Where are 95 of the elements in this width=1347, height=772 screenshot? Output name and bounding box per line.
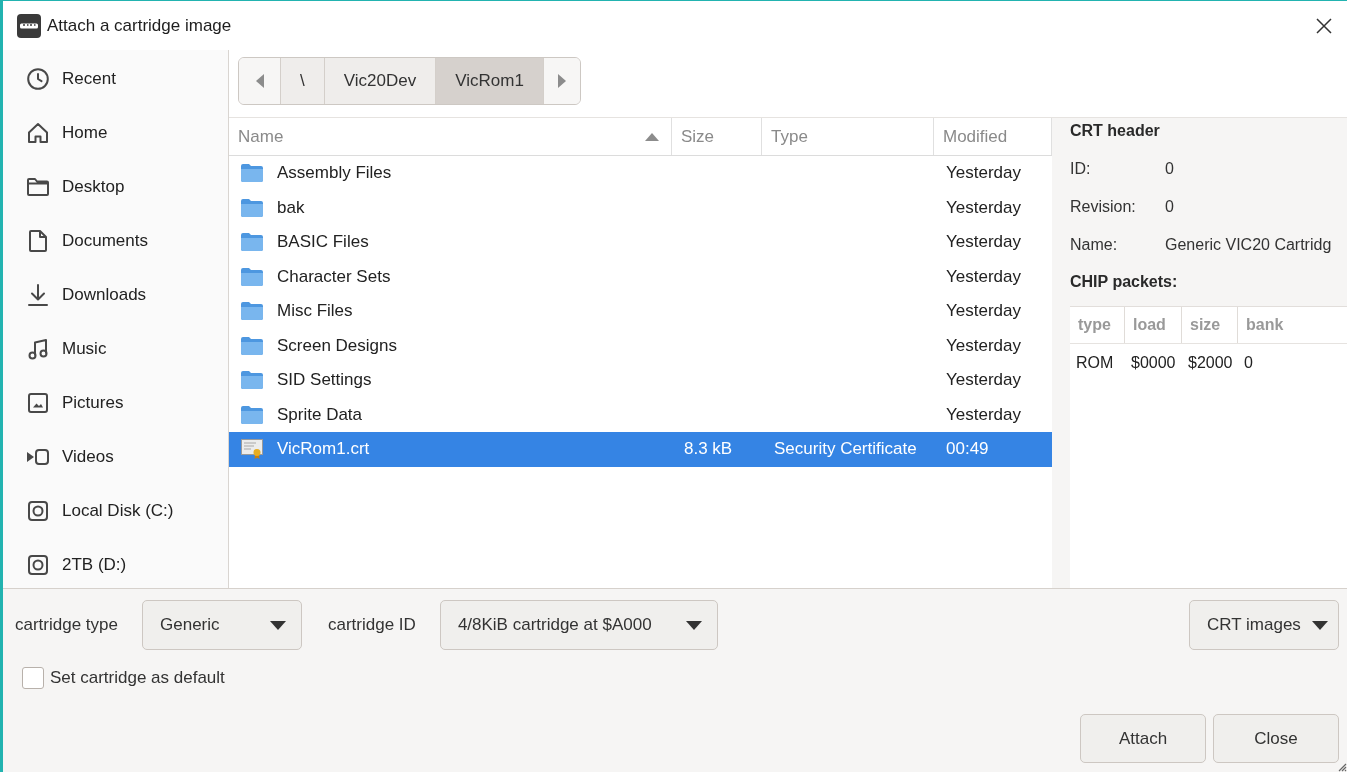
- sidebar-item[interactable]: Downloads: [3, 268, 228, 322]
- file-row[interactable]: BASIC Files Yesterday: [229, 225, 1052, 260]
- field-label: cartridge ID: [328, 615, 416, 635]
- app-icon: [17, 13, 41, 38]
- field-value: Generic VIC20 Cartridg: [1165, 236, 1332, 254]
- folder-icon: [241, 336, 263, 355]
- cartridge-type-dropdown[interactable]: Generic: [142, 600, 302, 650]
- file-size: 8.3 kB: [684, 439, 733, 460]
- sidebar-item[interactable]: Home: [3, 106, 228, 160]
- checkbox[interactable]: [22, 667, 44, 689]
- right-triangle-icon: [557, 74, 566, 88]
- sidebar-item[interactable]: Local Disk (C:): [3, 484, 228, 538]
- home-icon: [27, 122, 49, 144]
- path-forward-button[interactable]: [542, 58, 580, 104]
- table-cell: 0: [1244, 354, 1253, 371]
- modified-time: Yesterday: [946, 404, 1021, 425]
- column-header: load: [1125, 307, 1182, 343]
- picture-icon: [28, 393, 48, 413]
- cartridge-id-dropdown[interactable]: 4/8KiB cartridge at $A000: [439, 600, 718, 650]
- caret-icon: [685, 620, 702, 630]
- folder-icon: [241, 233, 263, 252]
- section-heading: CHIP packets:: [1070, 272, 1178, 292]
- sidebar-item[interactable]: Music: [3, 322, 228, 376]
- folder-icon: [241, 267, 263, 286]
- modified-time: Yesterday: [946, 163, 1021, 184]
- folder-icon: [241, 302, 263, 321]
- field-value: 0: [1165, 198, 1174, 216]
- caret-icon: [270, 620, 286, 630]
- field-label: Revision:: [1070, 198, 1136, 215]
- file-row[interactable]: Sprite Data Yesterday: [229, 397, 1052, 432]
- file-name: Screen Designs: [277, 335, 397, 356]
- sidebar-item[interactable]: Desktop: [3, 160, 228, 214]
- close-icon: [1316, 17, 1332, 34]
- clock-icon: [27, 68, 49, 90]
- sidebar-item[interactable]: 2TB (D:): [3, 538, 228, 588]
- sidebar-item[interactable]: Videos: [3, 430, 228, 484]
- file-name: SID Settings: [277, 370, 372, 391]
- sidebar-item[interactable]: Recent: [3, 52, 228, 106]
- modified-time: Yesterday: [946, 197, 1021, 218]
- modified-time: Yesterday: [946, 370, 1021, 391]
- resize-grip-icon[interactable]: [1338, 763, 1347, 772]
- file-name: VicRom1.crt: [277, 439, 370, 460]
- file-row[interactable]: bak Yesterday: [229, 190, 1052, 225]
- file-name: Character Sets: [277, 266, 391, 287]
- modified-time: Yesterday: [946, 232, 1021, 253]
- folder-icon: [27, 178, 49, 196]
- file-row[interactable]: VicRom1.crt 8.3 kB Security Certificate 00:49: [229, 432, 1052, 467]
- folder-icon: [241, 405, 263, 424]
- file-row[interactable]: Screen Designs Yesterday: [229, 328, 1052, 363]
- path-segment[interactable]: VicRom1: [435, 58, 543, 104]
- file-row[interactable]: Misc Files Yesterday: [229, 294, 1052, 329]
- video-camera-icon: [27, 449, 49, 465]
- checkbox-label[interactable]: Set cartridge as default: [50, 668, 225, 688]
- field-value: 0: [1165, 160, 1174, 178]
- sidebar-item[interactable]: Pictures: [3, 376, 228, 430]
- folder-icon: [241, 371, 263, 390]
- file-name: BASIC Files: [277, 232, 369, 253]
- field-label: ID:: [1070, 160, 1091, 177]
- file-name: Misc Files: [277, 301, 353, 322]
- file-row[interactable]: SID Settings Yesterday: [229, 363, 1052, 398]
- caret-icon: [1312, 620, 1328, 630]
- table-cell: $2000: [1188, 354, 1233, 371]
- modified-time: 00:49: [946, 439, 989, 460]
- left-triangle-icon: [255, 74, 264, 88]
- file-filter-dropdown[interactable]: CRT images: [1189, 600, 1339, 650]
- document-icon: [29, 230, 47, 252]
- path-segment[interactable]: Vic20Dev: [323, 58, 436, 104]
- modified-time: Yesterday: [946, 301, 1021, 322]
- file-name: Assembly Files: [277, 163, 392, 184]
- column-header: type: [1070, 307, 1125, 343]
- certificate-icon: [241, 439, 263, 460]
- file-type: Security Certificate: [774, 439, 917, 460]
- window-title: Attach a cartridge image: [47, 15, 232, 36]
- file-row[interactable]: Assembly Files Yesterday: [229, 156, 1052, 191]
- column-header: bank: [1245, 315, 1285, 335]
- table-cell: ROM: [1076, 354, 1114, 371]
- modified-time: Yesterday: [946, 335, 1021, 356]
- close-button[interactable]: [1316, 17, 1332, 34]
- path-segment[interactable]: \: [280, 58, 324, 104]
- file-name: bak: [277, 197, 305, 218]
- section-heading: CRT header: [1070, 121, 1160, 141]
- field-label: Name:: [1070, 236, 1118, 253]
- sidebar-item[interactable]: Documents: [3, 214, 228, 268]
- music-note-icon: [28, 338, 48, 360]
- modified-time: Yesterday: [946, 266, 1021, 287]
- folder-icon: [241, 198, 263, 217]
- column-header: size: [1182, 307, 1238, 343]
- dialog-button[interactable]: Attach: [1080, 714, 1206, 763]
- table-cell: $0000: [1131, 354, 1176, 371]
- dialog-button[interactable]: Close: [1213, 714, 1339, 763]
- file-row[interactable]: Character Sets Yesterday: [229, 259, 1052, 294]
- download-icon: [28, 284, 48, 306]
- field-label: cartridge type: [15, 615, 118, 635]
- file-name: Sprite Data: [277, 404, 363, 425]
- folder-icon: [241, 164, 263, 183]
